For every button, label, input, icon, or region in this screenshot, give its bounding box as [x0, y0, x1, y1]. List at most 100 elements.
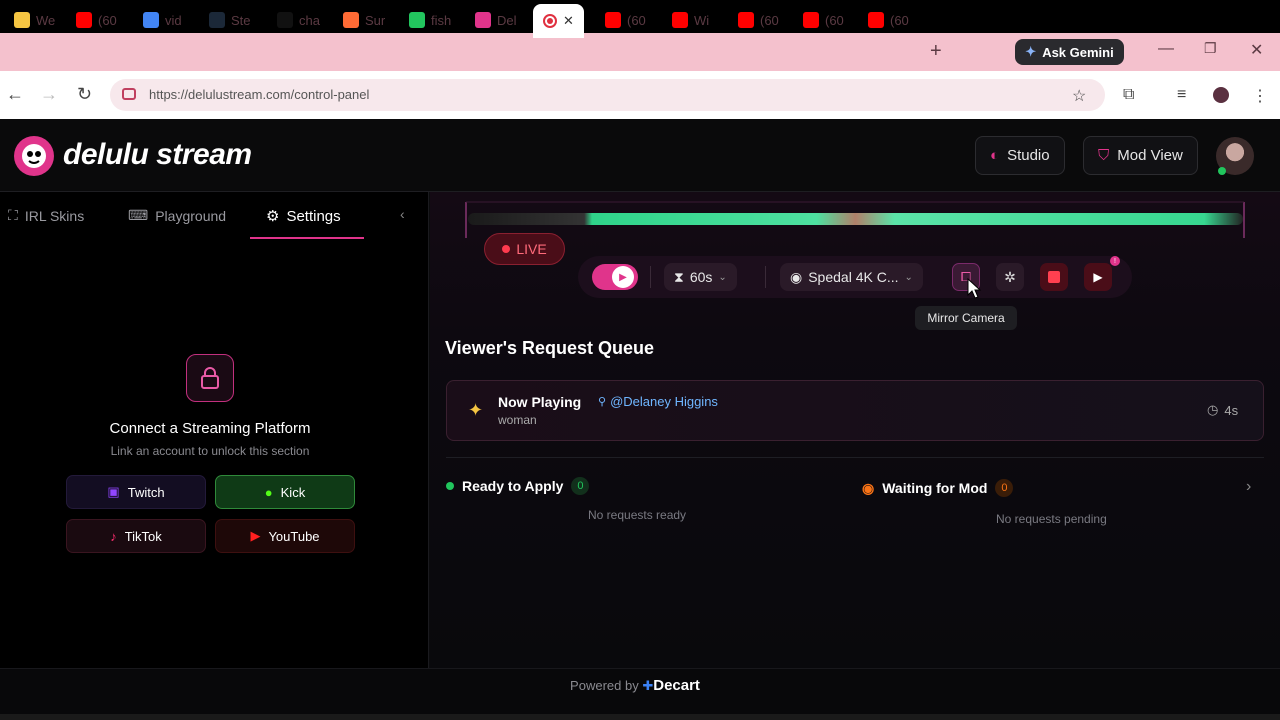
url-text[interactable]: https://delulustream.com/control-panel — [149, 87, 369, 102]
ready-label: Ready to Apply — [462, 478, 564, 494]
tab-irl-skins[interactable]: ⛶ IRL Skins — [8, 207, 84, 224]
clock-icon: ◷ — [1207, 402, 1219, 417]
waiting-for-mod-header: ◉ Waiting for Mod 0 — [862, 479, 1014, 497]
bookmark-star-icon[interactable]: ☆ — [1072, 86, 1086, 106]
browser-tab[interactable]: We — [14, 6, 55, 34]
browser-tab[interactable]: Del — [475, 6, 517, 34]
tab-favicon-icon — [143, 12, 159, 28]
connect-title: Connect a Streaming Platform — [109, 420, 311, 437]
browser-tab-label: (60 — [98, 12, 117, 28]
new-tab-button[interactable]: + — [930, 40, 942, 63]
browser-tab[interactable]: vid — [143, 6, 182, 34]
now-playing-username: @Delaney Higgins — [610, 394, 718, 409]
reload-icon[interactable]: ↻ — [77, 84, 92, 105]
now-playing-card — [446, 380, 1264, 441]
browser-tab-label: vid — [165, 12, 182, 28]
camera-icon: ◉ — [790, 268, 803, 285]
kick-icon: ● — [264, 484, 273, 500]
active-tab-indicator — [250, 237, 364, 239]
tab-favicon-icon — [209, 12, 225, 28]
tab-settings[interactable]: ⚙ Settings — [266, 207, 341, 226]
tiktok-label: TikTok — [124, 528, 162, 544]
mod-view-button[interactable]: ⛉ Mod View — [1083, 136, 1198, 175]
mirror-camera-tooltip: Mirror Camera — [915, 306, 1017, 330]
gamepad-icon: ⌨ — [128, 207, 149, 223]
twitch-icon: ▣ — [107, 484, 120, 499]
lock-icon — [186, 354, 234, 402]
connect-tiktok-button[interactable]: ♪ TikTok — [66, 519, 206, 553]
browser-tab[interactable]: Ste — [209, 6, 251, 34]
duration-value: 60s — [689, 269, 713, 285]
profile-icon[interactable] — [1213, 87, 1229, 103]
connect-youtube-button[interactable]: ▶ YouTube — [215, 519, 355, 553]
browser-tab-label: fish — [431, 12, 452, 28]
close-window-icon[interactable]: ✕ — [1250, 40, 1263, 60]
now-playing-time: 4s — [1224, 402, 1239, 418]
tab-favicon-icon — [277, 12, 293, 28]
browser-tab[interactable]: (60 — [868, 6, 909, 34]
back-icon[interactable]: ← — [6, 84, 24, 105]
tab-favicon-icon — [605, 12, 621, 28]
alert-badge: ! — [1110, 256, 1120, 266]
camera-select[interactable]: ◉ Spedal 4K C... ⌄ — [780, 263, 923, 291]
browser-tab[interactable]: (60 — [803, 6, 844, 34]
gear-icon: ⚙ — [266, 208, 280, 225]
browser-tab[interactable]: Wi — [672, 6, 709, 34]
duration-select[interactable]: ⧗ 60s ⌄ — [664, 263, 737, 291]
restore-icon[interactable]: ❐ — [1204, 40, 1217, 57]
browser-tab[interactable]: (60 — [605, 6, 646, 34]
studio-button[interactable]: ◐ Studio — [975, 136, 1065, 175]
browser-tab[interactable]: (60 — [76, 6, 117, 34]
collapse-panel-icon[interactable]: ‹ — [400, 206, 405, 222]
play-icon: ▶ — [612, 266, 634, 288]
connect-kick-button[interactable]: ● Kick — [215, 475, 355, 509]
eye-icon: ◉ — [862, 479, 875, 496]
chevron-right-icon[interactable]: › — [1246, 478, 1251, 496]
forward-icon[interactable]: → — [40, 84, 58, 105]
waiting-empty: No requests pending — [996, 512, 1107, 526]
browser-tab-label: Sur — [365, 12, 386, 28]
tab-playground[interactable]: ⌨ Playground — [128, 207, 226, 224]
logo-text[interactable]: delulu stream — [63, 138, 252, 172]
chevron-down-icon: ⌄ — [718, 271, 727, 283]
youtube-label: YouTube — [268, 528, 320, 544]
ready-empty: No requests ready — [588, 508, 687, 522]
ask-gemini-button[interactable]: ✦ Ask Gemini — [1015, 39, 1124, 65]
ready-count: 0 — [571, 477, 590, 495]
effects-button[interactable]: ✲ — [996, 263, 1024, 291]
mod-view-label: Mod View — [1117, 147, 1183, 164]
menu-kebab-icon[interactable]: ⋮ — [1252, 86, 1268, 106]
gemini-sparkle-icon: ✦ — [1025, 44, 1037, 59]
now-playing-user[interactable]: ⚲ @Delaney Higgins — [598, 394, 718, 409]
tiktok-icon: ♪ — [110, 528, 117, 544]
media-controls-icon[interactable]: ≡ — [1177, 86, 1186, 104]
user-icon: ⚲ — [598, 396, 607, 408]
logo-icon[interactable] — [14, 136, 54, 176]
minimize-icon[interactable]: — — [1158, 40, 1174, 58]
connect-twitch-button[interactable]: ▣ Twitch — [66, 475, 206, 509]
browser-tab[interactable]: cha — [277, 6, 320, 34]
stream-preview[interactable] — [468, 213, 1243, 225]
close-tab-icon[interactable]: ✕ — [563, 13, 574, 29]
browser-tab-label: Wi — [694, 12, 710, 28]
tab-favicon-icon — [868, 12, 884, 28]
youtube-icon: ▶ — [1093, 270, 1103, 284]
browser-tab[interactable]: fish — [409, 6, 451, 34]
live-badge: LIVE — [484, 233, 565, 265]
decart-brand[interactable]: Decart — [653, 677, 700, 694]
extensions-icon[interactable]: ⧉ — [1123, 86, 1134, 104]
browser-tab-label: (60 — [825, 12, 844, 28]
youtube-icon: ▶ — [250, 528, 261, 543]
queue-title: Viewer's Request Queue — [445, 338, 655, 358]
browser-tab[interactable]: Sur — [343, 6, 385, 34]
live-dot — [502, 245, 511, 253]
youtube-stream-button[interactable]: ▶ — [1084, 263, 1112, 291]
green-dot-icon — [446, 482, 454, 490]
tab-active-delulu[interactable]: ✕ — [533, 4, 584, 38]
browser-tab[interactable]: (60 — [738, 6, 779, 34]
stop-button[interactable] — [1040, 263, 1068, 291]
now-playing-label: Now Playing — [498, 394, 582, 410]
site-info-icon[interactable] — [122, 88, 136, 100]
tab-settings-label: Settings — [286, 207, 341, 225]
powered-by: Powered by ✚Decart — [0, 677, 1270, 694]
